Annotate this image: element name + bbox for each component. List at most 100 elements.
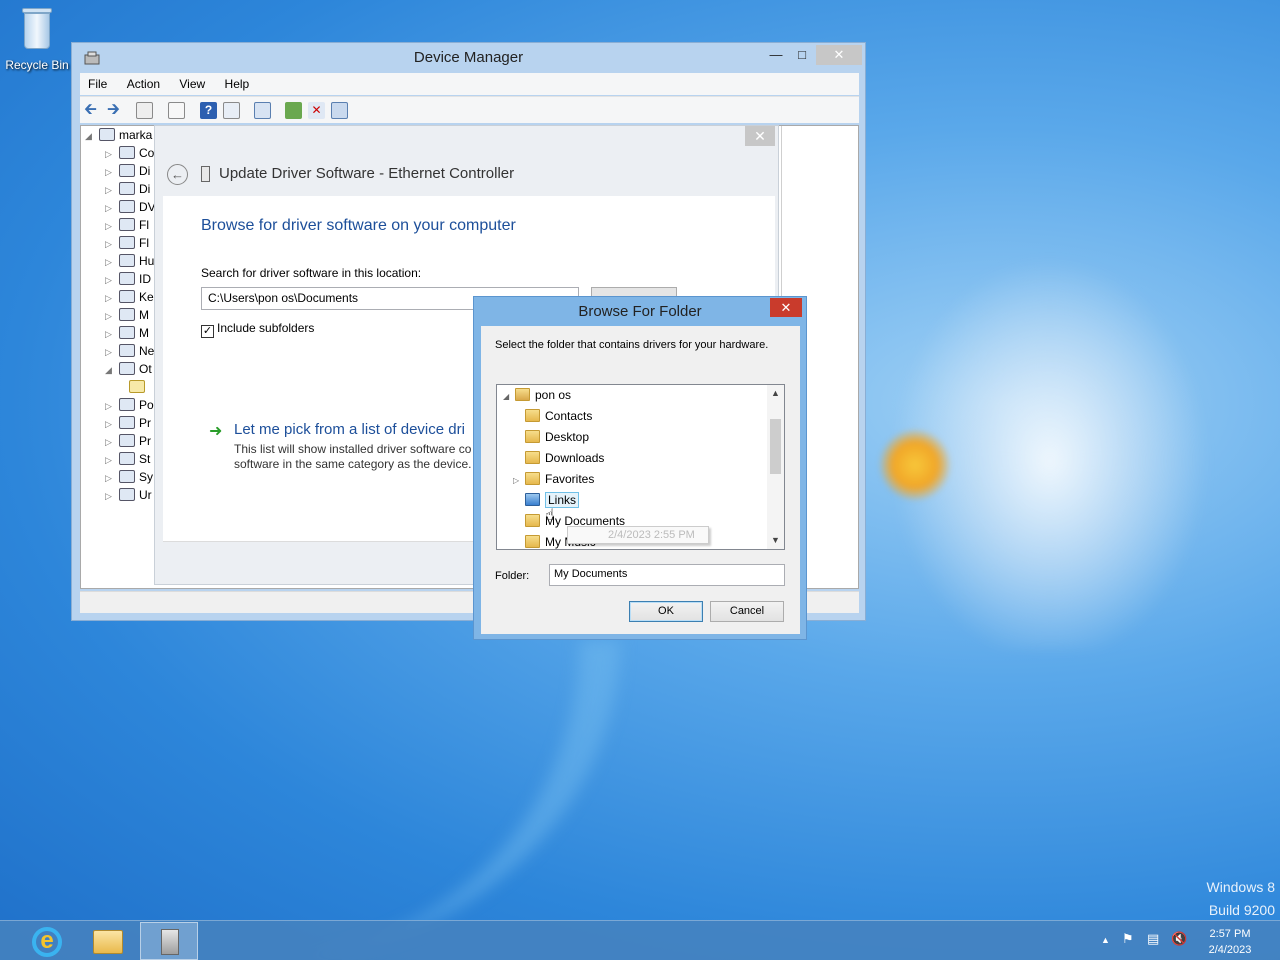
tree-item[interactable]: ▷ Hu: [105, 254, 154, 272]
tree-item[interactable]: ▷ Pr: [105, 434, 151, 452]
folder-node[interactable]: Contacts: [525, 407, 592, 427]
folder-node-label: pon os: [535, 388, 572, 402]
tree-item[interactable]: [125, 380, 149, 398]
menu-file[interactable]: File: [80, 73, 115, 91]
taskbar-file-explorer[interactable]: [78, 922, 136, 960]
tree-item[interactable]: ▷ Ne: [105, 344, 154, 362]
user-folder-icon: [515, 388, 530, 401]
tree-item[interactable]: ▷ Fl: [105, 218, 149, 236]
include-subfolders-checkbox[interactable]: ✓ Include subfolders: [201, 321, 314, 338]
uninstall-icon[interactable]: ✕: [308, 102, 325, 119]
device-category-icon: [119, 290, 135, 303]
device-manager-titlebar[interactable]: Device Manager — □ ✕: [72, 43, 865, 73]
folder-tree-scrollbar[interactable]: ▲ ▼: [767, 385, 784, 549]
forward-arrow-icon[interactable]: 🡲: [107, 102, 124, 119]
menu-bar: File Action View Help: [80, 73, 859, 95]
scroll-thumb[interactable]: [770, 419, 781, 474]
tree-root[interactable]: ◢ marka: [85, 128, 152, 146]
tree-item-label: Sy: [139, 470, 154, 484]
tree-item[interactable]: ▷ DV: [105, 200, 156, 218]
menu-action[interactable]: Action: [119, 73, 168, 91]
tree-item-label: ID: [139, 272, 151, 286]
device-category-icon: [119, 308, 135, 321]
device-category-icon: [119, 272, 135, 285]
links-folder-icon: [525, 493, 540, 506]
properties-icon[interactable]: [168, 102, 185, 119]
device-manager-title: Device Manager: [413, 49, 524, 66]
device-category-icon: [119, 344, 135, 357]
tree-item[interactable]: ▷ Ke: [105, 290, 154, 308]
tree-item[interactable]: ▷ Po: [105, 398, 154, 416]
update-driver-icon[interactable]: [285, 102, 302, 119]
tree-item[interactable]: ▷ Sy: [105, 470, 153, 488]
tree-item[interactable]: ▷ ID: [105, 272, 151, 290]
tree-item[interactable]: ▷ Di: [105, 182, 150, 200]
menu-view[interactable]: View: [171, 73, 213, 91]
tree-item-label: Ne: [139, 344, 155, 358]
checkbox-checked-icon[interactable]: ✓: [201, 325, 214, 338]
scroll-up-arrow-icon[interactable]: ▲: [767, 385, 784, 402]
tree-item[interactable]: ▷ Fl: [105, 236, 149, 254]
menu-help[interactable]: Help: [217, 73, 258, 91]
scroll-down-arrow-icon[interactable]: ▼: [767, 532, 784, 549]
back-arrow-icon[interactable]: ←: [167, 164, 188, 185]
help-icon[interactable]: ?: [200, 102, 217, 119]
pick-from-list-description: This list will show installed driver sof…: [234, 442, 474, 472]
collapse-arrow-icon[interactable]: ◢: [85, 131, 95, 142]
pick-desc-line1: This list will show installed driver sof…: [234, 442, 472, 456]
collapse-arrow-icon[interactable]: ◢: [503, 388, 515, 406]
folder-node[interactable]: ▷ Favorites: [513, 470, 594, 490]
tree-item[interactable]: ▷ Co: [105, 146, 154, 164]
device-category-icon: [119, 362, 135, 375]
scan-hardware-icon[interactable]: [254, 102, 271, 119]
tree-root-label: marka: [119, 128, 153, 142]
folder-node[interactable]: Downloads: [525, 449, 604, 469]
tree-item[interactable]: ▷ M: [105, 326, 149, 344]
pick-desc-line2: software in the same category as the dev…: [234, 457, 472, 471]
tree-item-label: St: [139, 452, 151, 466]
watermark-line1: Windows 8: [1206, 879, 1275, 895]
update-driver-close-button[interactable]: ✕: [745, 126, 775, 146]
browse-close-button[interactable]: ✕: [770, 298, 802, 317]
tree-item[interactable]: ▷ M: [105, 308, 149, 326]
ok-button[interactable]: OK: [629, 601, 703, 622]
folder-node-root[interactable]: ◢ pon os: [503, 386, 571, 406]
tree-item-label: M: [139, 308, 149, 322]
minimize-button[interactable]: —: [766, 45, 786, 65]
expand-arrow-icon[interactable]: ▷: [513, 472, 525, 490]
maximize-button[interactable]: □: [792, 45, 812, 65]
device-category-icon: [119, 200, 135, 213]
device-category-icon: [119, 416, 135, 429]
tree-item[interactable]: ▷ Ur: [105, 488, 152, 506]
network-icon[interactable]: ▤: [1147, 931, 1159, 947]
volume-muted-icon[interactable]: 🔇: [1171, 931, 1187, 947]
pick-from-list-title[interactable]: Let me pick from a list of device dri: [234, 421, 474, 438]
folder-field[interactable]: My Documents: [549, 564, 785, 586]
browse-for-folder-title: Browse For Folder: [578, 303, 702, 320]
network-device-icon: [201, 166, 210, 182]
toolbar: 🡰 🡲 ? ✕: [80, 96, 859, 123]
device-category-icon: [119, 434, 135, 447]
tree-item[interactable]: ▷ St: [105, 452, 150, 470]
taskbar-internet-explorer[interactable]: e: [16, 922, 74, 960]
disable-device-icon[interactable]: [331, 102, 348, 119]
recycle-bin[interactable]: Recycle Bin: [4, 6, 70, 72]
taskbar-device-manager[interactable]: [140, 922, 198, 960]
system-clock[interactable]: 2:57 PM 2/4/2023: [1190, 926, 1270, 958]
browse-description: Select the folder that contains drivers …: [495, 339, 769, 351]
back-arrow-icon[interactable]: 🡰: [84, 102, 101, 119]
folder-node[interactable]: Desktop: [525, 428, 589, 448]
close-button[interactable]: ✕: [816, 45, 862, 65]
recycle-bin-icon: [20, 6, 54, 50]
tree-item[interactable]: ◢ Ot: [105, 362, 152, 380]
device-category-icon: [119, 488, 135, 501]
device-category-icon: [119, 398, 135, 411]
action-center-flag-icon[interactable]: ⚑: [1122, 931, 1134, 947]
tree-item[interactable]: ▷ Pr: [105, 416, 151, 434]
tree-item[interactable]: ▷ Di: [105, 164, 150, 182]
cancel-button[interactable]: Cancel: [710, 601, 784, 622]
show-hidden-icons-arrow-icon[interactable]: ▲: [1101, 935, 1110, 945]
show-hide-console-tree-icon[interactable]: [136, 102, 153, 119]
view-icon[interactable]: [223, 102, 240, 119]
tree-item-label: M: [139, 326, 149, 340]
